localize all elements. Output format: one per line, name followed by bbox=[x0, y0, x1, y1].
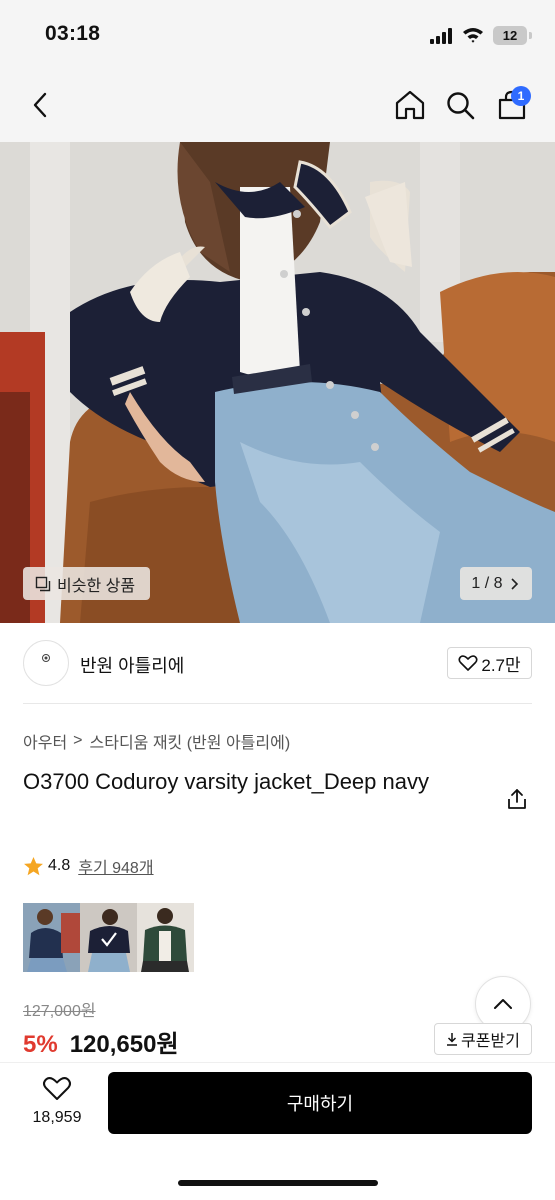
coupon-button[interactable]: 쿠폰받기 bbox=[434, 1023, 532, 1055]
breadcrumb-separator-icon: > bbox=[73, 732, 83, 749]
copy-icon bbox=[35, 576, 51, 591]
battery-tip bbox=[529, 32, 532, 39]
store-row[interactable]: 반원 아틀리에 2.7만 bbox=[0, 623, 555, 703]
search-icon[interactable] bbox=[443, 88, 477, 122]
status-time: 03:18 bbox=[45, 22, 101, 45]
nav-header bbox=[0, 70, 555, 142]
store-logo[interactable] bbox=[23, 640, 69, 686]
breadcrumb-item-category[interactable]: 아우터 bbox=[23, 729, 67, 753]
thumbnail-strip bbox=[23, 903, 194, 972]
battery-icon: 12 bbox=[493, 26, 527, 45]
buy-button[interactable]: 구매하기 bbox=[108, 1072, 532, 1134]
similar-products-button[interactable]: 비슷한 상품 bbox=[23, 567, 150, 600]
rating-row: 4.8 후기 948개 bbox=[23, 854, 154, 878]
star-icon bbox=[24, 856, 43, 875]
store-like-count: 2.7만 bbox=[481, 655, 521, 675]
heart-outline-icon bbox=[458, 655, 478, 671]
heart-outline-icon bbox=[43, 1077, 71, 1100]
product-photo bbox=[0, 142, 555, 623]
wishlist-count: 18,959 bbox=[32, 1109, 82, 1126]
breadcrumb-item-subcategory[interactable]: 스타디움 재킷 (반원 아틀리에) bbox=[90, 729, 291, 753]
discount-rate: 5% bbox=[23, 1031, 58, 1058]
home-indicator bbox=[178, 1180, 378, 1186]
similar-products-label: 비슷한 상품 bbox=[57, 577, 136, 595]
thumbnail-2[interactable] bbox=[80, 903, 137, 972]
chevron-right-icon bbox=[510, 577, 518, 590]
coupon-label: 쿠폰받기 bbox=[461, 1033, 520, 1050]
divider bbox=[23, 703, 532, 704]
download-icon bbox=[447, 1033, 458, 1046]
wifi-icon bbox=[463, 28, 483, 43]
chevron-left-icon[interactable] bbox=[24, 88, 58, 122]
page-indicator-label: 1 / 8 bbox=[471, 574, 503, 592]
store-like-button[interactable]: 2.7만 bbox=[447, 647, 532, 679]
product-image[interactable] bbox=[0, 142, 555, 623]
share-icon[interactable] bbox=[506, 787, 528, 811]
review-count-link[interactable]: 후기 948개 bbox=[78, 854, 153, 878]
thumbnail-3[interactable] bbox=[137, 903, 194, 972]
chevron-up-icon bbox=[494, 999, 512, 1009]
wishlist-button[interactable]: 18,959 bbox=[22, 1073, 92, 1133]
sale-price-row: 5% 120,650원 bbox=[23, 1024, 179, 1059]
cart-badge: 1 bbox=[511, 86, 531, 106]
home-icon[interactable] bbox=[393, 88, 427, 122]
store-name[interactable]: 반원 아틀리에 bbox=[80, 652, 184, 678]
breadcrumb: 아우터 > 스타디움 재킷 (반원 아틀리에) bbox=[23, 729, 290, 753]
rating-value: 4.8 bbox=[48, 857, 71, 874]
signal-icon bbox=[430, 28, 454, 44]
original-price: 127,000원 bbox=[23, 1003, 96, 1020]
store-logo-mark bbox=[42, 654, 50, 662]
status-bar: 03:18 12 bbox=[0, 0, 555, 70]
gallery-page-indicator[interactable]: 1 / 8 bbox=[460, 567, 532, 600]
sale-price: 120,650원 bbox=[69, 1031, 179, 1058]
thumbnail-1[interactable] bbox=[23, 903, 80, 972]
product-title: O3700 Coduroy varsity jacket_Deep navy bbox=[23, 769, 429, 794]
